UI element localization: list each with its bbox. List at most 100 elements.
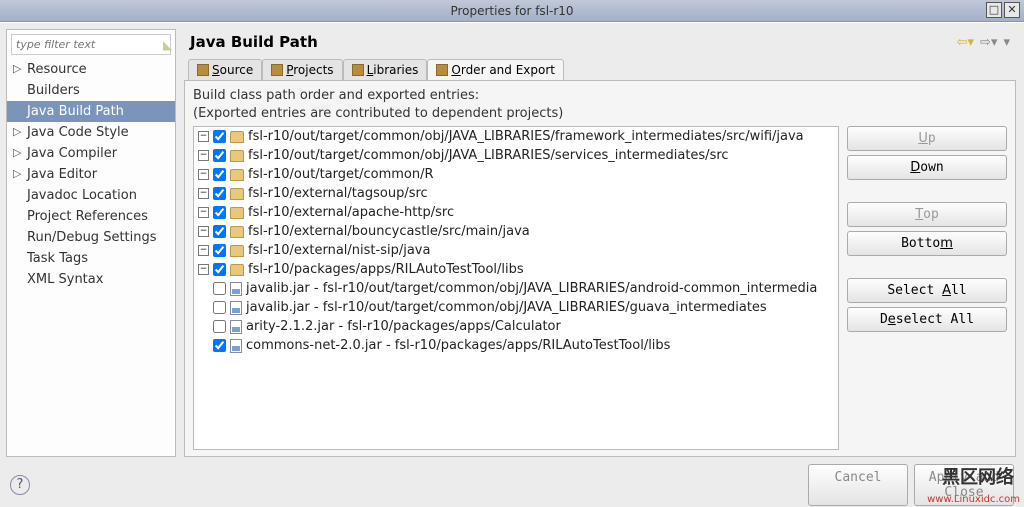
sidebar-item-label: Run/Debug Settings [27, 230, 157, 245]
help-icon[interactable]: ? [10, 475, 30, 495]
classpath-entry[interactable]: − fsl-r10/out/target/common/obj/JAVA_LIBR… [194, 127, 838, 146]
footer: ? Cancel Apply and Close [0, 463, 1024, 507]
expander-icon[interactable]: − [198, 245, 209, 256]
sidebar-item-xml-syntax[interactable]: XML Syntax [7, 269, 175, 290]
export-checkbox[interactable] [213, 130, 226, 143]
classpath-entry[interactable]: − fsl-r10/external/tagsoup/src [194, 184, 838, 203]
sidebar-item-builders[interactable]: Builders [7, 80, 175, 101]
filter-input[interactable] [12, 35, 163, 54]
close-button[interactable]: ✕ [1004, 2, 1020, 18]
classpath-entry[interactable]: arity-2.1.2.jar - fsl-r10/packages/apps/… [194, 317, 838, 336]
export-checkbox[interactable] [213, 263, 226, 276]
expand-arrow-icon[interactable]: ▷ [13, 62, 21, 75]
cancel-button[interactable]: Cancel [808, 464, 908, 506]
expander-icon[interactable]: − [198, 131, 209, 142]
main-panel: Java Build Path ⇦▾ ⇨▾ ▾ Source Projects Li… [182, 29, 1018, 457]
export-checkbox[interactable] [213, 168, 226, 181]
tab-icon [436, 64, 448, 76]
button-column: UUpp Down Top Bottom Select All Deselect… [847, 126, 1007, 450]
tab-source[interactable]: Source [188, 59, 262, 80]
top-button[interactable]: Top [847, 202, 1007, 227]
sidebar-item-java-editor[interactable]: ▷Java Editor [7, 164, 175, 185]
source-folder-icon [230, 131, 244, 143]
export-checkbox[interactable] [213, 320, 226, 333]
sidebar-item-label: Resource [27, 62, 87, 77]
entry-label: fsl-r10/external/nist-sip/java [248, 243, 430, 258]
classpath-entry[interactable]: −fsl-r10/packages/apps/RILAutoTestTool/l… [194, 260, 838, 279]
classpath-list[interactable]: − fsl-r10/out/target/common/obj/JAVA_LIBR… [193, 126, 839, 450]
forward-icon[interactable]: ⇨▾ [980, 35, 997, 50]
classpath-entry[interactable]: − fsl-r10/external/nist-sip/java [194, 241, 838, 260]
sidebar-item-project-references[interactable]: Project References [7, 206, 175, 227]
export-checkbox[interactable] [213, 339, 226, 352]
sidebar-item-label: XML Syntax [27, 272, 103, 287]
classpath-entry[interactable]: −fsl-r10/out/target/common/R [194, 165, 838, 184]
classpath-entry[interactable]: javalib.jar - fsl-r10/out/target/common/… [194, 279, 838, 298]
down-button[interactable]: Down [847, 155, 1007, 180]
tab-label: Projects [286, 63, 333, 77]
expander-icon[interactable]: − [198, 169, 209, 180]
export-checkbox[interactable] [213, 149, 226, 162]
expand-arrow-icon[interactable]: ▷ [13, 125, 21, 138]
clear-filter-icon[interactable]: ◣ [163, 38, 172, 52]
export-checkbox[interactable] [213, 301, 226, 314]
up-button[interactable]: UUpp [847, 126, 1007, 151]
bottom-button[interactable]: Bottom [847, 231, 1007, 256]
tab-icon [197, 64, 209, 76]
expander-icon[interactable]: − [198, 264, 209, 275]
expander-icon[interactable]: − [198, 226, 209, 237]
source-folder-icon [230, 150, 244, 162]
sidebar-item-java-code-style[interactable]: ▷ Java Code Style [7, 122, 175, 143]
export-checkbox[interactable] [213, 225, 226, 238]
classpath-entry[interactable]: commons-net-2.0.jar - fsl-r10/packages/a… [194, 336, 838, 355]
sidebar-item-label: Java Code Style [27, 125, 129, 140]
menu-icon[interactable]: ▾ [1003, 35, 1010, 50]
sidebar-item-run-debug-settings[interactable]: Run/Debug Settings [7, 227, 175, 248]
expander-icon[interactable]: − [198, 207, 209, 218]
window-title: Properties for fsl-r10 [450, 4, 573, 18]
sidebar-item-java-compiler[interactable]: ▷ Java Compiler [7, 143, 175, 164]
export-checkbox[interactable] [213, 187, 226, 200]
watermark-url: www.Linuxidc.com [927, 494, 1020, 505]
classpath-entry[interactable]: javalib.jar - fsl-r10/out/target/common/… [194, 298, 838, 317]
deselect-all-button[interactable]: Deselect All [847, 307, 1007, 332]
sidebar-item-java-build-path[interactable]: Java Build Path [7, 101, 175, 122]
sidebar-item-javadoc-location[interactable]: Javadoc Location [7, 185, 175, 206]
entry-label: fsl-r10/out/target/common/obj/JAVA_LIBRA… [248, 129, 804, 144]
back-icon[interactable]: ⇦▾ [957, 35, 974, 50]
tab-label: Order and Export [451, 63, 555, 77]
classpath-entry[interactable]: −fsl-r10/out/target/common/obj/JAVA_LIBR… [194, 146, 838, 165]
entry-label: javalib.jar - fsl-r10/out/target/common/… [246, 281, 817, 296]
expand-arrow-icon[interactable]: ▷ [13, 167, 21, 180]
entry-label: fsl-r10/external/tagsoup/src [248, 186, 428, 201]
sidebar-item-label: Java Compiler [27, 146, 117, 161]
entry-label: fsl-r10/external/bouncycastle/src/main/j… [248, 224, 530, 239]
expand-arrow-icon[interactable]: ▷ [13, 146, 21, 159]
source-folder-icon [230, 245, 244, 257]
maximize-button[interactable]: □ [986, 2, 1002, 18]
sidebar-item-resource[interactable]: ▷ Resource [7, 59, 175, 80]
tabs: Source Projects Libraries Order and Export [182, 59, 1018, 80]
entry-label: fsl-r10/external/apache-http/src [248, 205, 454, 220]
export-checkbox[interactable] [213, 206, 226, 219]
classpath-entry[interactable]: − fsl-r10/external/apache-http/src [194, 203, 838, 222]
source-folder-icon [230, 264, 244, 276]
page-title: Java Build Path [190, 33, 957, 51]
order-export-panel: Build class path order and exported entr… [184, 80, 1016, 457]
tab-projects[interactable]: Projects [262, 59, 342, 80]
sidebar: ◣ ▷ResourceBuildersJava Build Path▷Java … [6, 29, 176, 457]
expander-icon[interactable]: − [198, 188, 209, 199]
category-tree: ▷ Resource Builders Java Build Path ▷ Java Co… [7, 59, 175, 456]
properties-window: Properties for fsl-r10 □ ✕ ◣ ▷ Resource Bu… [0, 0, 1024, 507]
export-checkbox[interactable] [213, 282, 226, 295]
classpath-entry[interactable]: − fsl-r10/external/bouncycastle/src/main/… [194, 222, 838, 241]
tab-order-and-export[interactable]: Order and Export [427, 59, 564, 80]
sidebar-item-task-tags[interactable]: Task Tags [7, 248, 175, 269]
expander-icon[interactable]: − [198, 150, 209, 161]
export-checkbox[interactable] [213, 244, 226, 257]
tab-libraries[interactable]: Libraries [343, 59, 428, 80]
jar-icon [230, 320, 242, 334]
sidebar-item-label: Java Build Path [27, 104, 124, 119]
sidebar-item-label: Task Tags [27, 251, 88, 266]
select-all-button[interactable]: Select All [847, 278, 1007, 303]
